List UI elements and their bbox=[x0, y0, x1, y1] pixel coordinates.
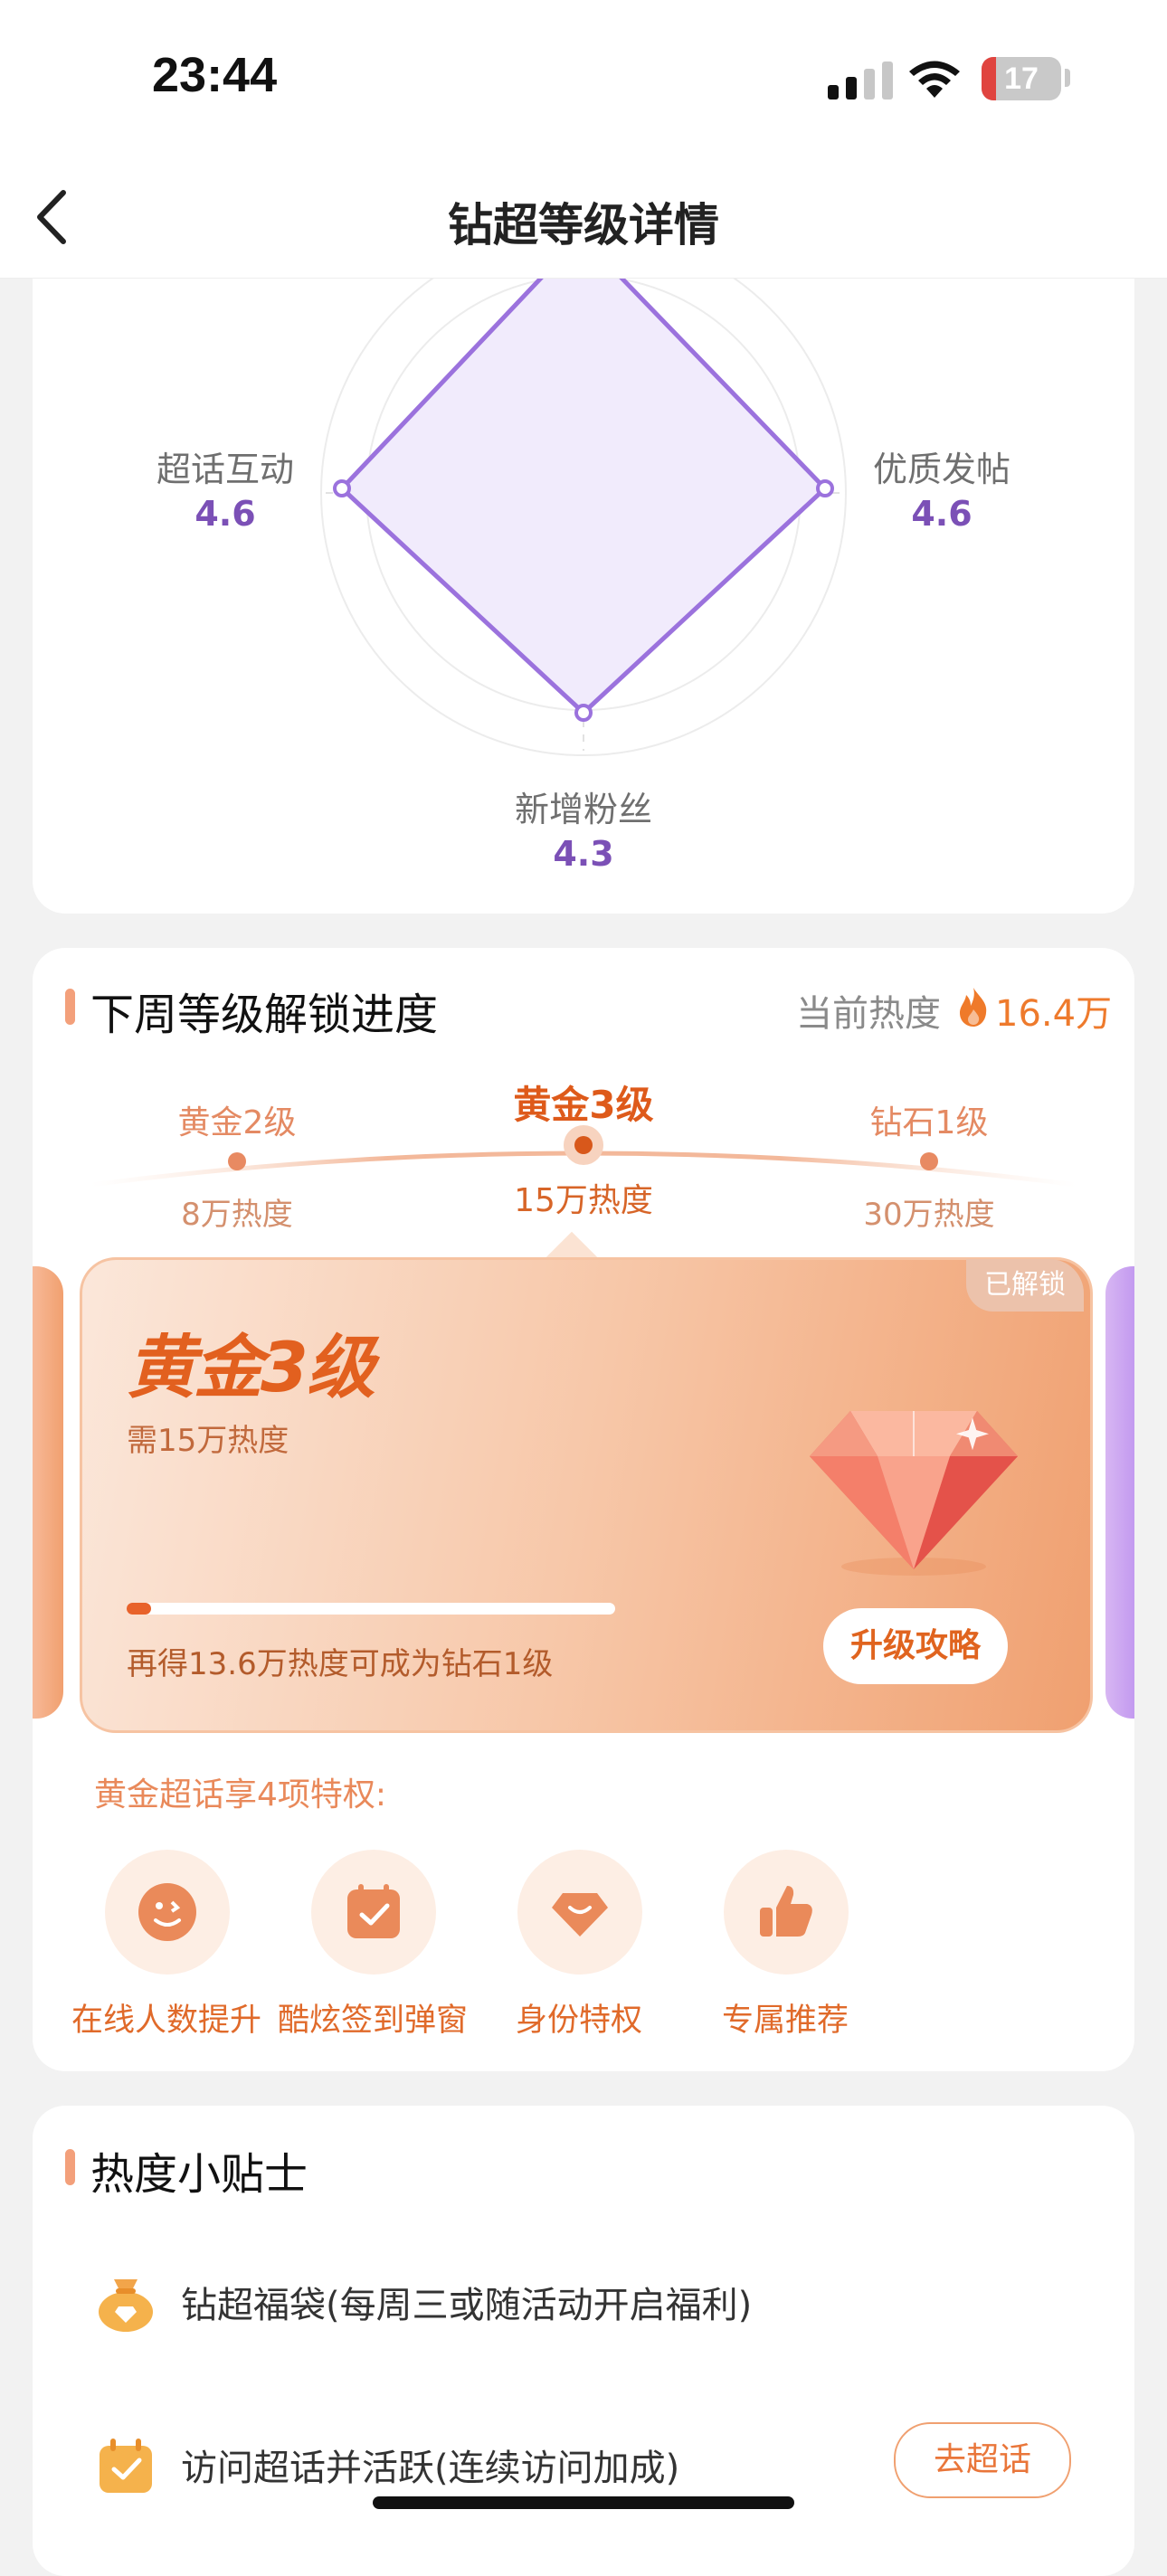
thumbs-up-icon bbox=[724, 1850, 849, 1975]
timeline-level-heat-active: 15万热度 bbox=[514, 1182, 653, 1219]
section-accent bbox=[65, 2149, 75, 2185]
section-accent bbox=[65, 989, 75, 1025]
timeline-level-name[interactable]: 钻石1级 bbox=[821, 1096, 1038, 1143]
next-level-card[interactable] bbox=[1105, 1266, 1134, 1719]
status-time: 23:44 bbox=[152, 48, 278, 102]
radar-area bbox=[338, 279, 829, 716]
cellular-signal-icon bbox=[828, 62, 893, 99]
radar-label-posts: 优质发帖 bbox=[872, 450, 1010, 489]
privilege-label: 酷炫签到弹窗 bbox=[277, 2003, 468, 2039]
page-title: 钻超等级详情 bbox=[448, 199, 719, 251]
diamond-badge-icon bbox=[517, 1850, 642, 1975]
radar-label-fans: 新增粉丝 bbox=[514, 790, 652, 829]
gem-icon bbox=[810, 1411, 1018, 1576]
timeline-level-heat: 8万热度 bbox=[181, 1197, 293, 1233]
radar-label-interaction: 超话互动 bbox=[156, 450, 294, 489]
battery-icon: 17 bbox=[982, 57, 1061, 100]
prev-level-card[interactable] bbox=[33, 1266, 63, 1719]
calendar-check-icon bbox=[100, 2439, 152, 2493]
calendar-check-icon bbox=[311, 1850, 436, 1975]
wifi-icon bbox=[909, 61, 960, 98]
privilege-label: 身份特权 bbox=[515, 2003, 642, 2039]
tip-text: 访问超话并活跃(连续访问加成) bbox=[181, 2448, 680, 2489]
lucky-bag-icon bbox=[99, 2279, 153, 2332]
timeline-level-heat: 30万热度 bbox=[863, 1197, 995, 1233]
level-card-title: 黄金3级 bbox=[127, 1327, 375, 1407]
smile-face-icon bbox=[105, 1850, 230, 1975]
level-card-tip: 再得13.6万热度可成为钻石1级 bbox=[127, 1646, 554, 1682]
unlock-section-title: 下周等级解锁进度 bbox=[90, 990, 439, 1040]
tip-item: 访问超话并活跃(连续访问加成) 去超话 bbox=[94, 2422, 1098, 2502]
level-card-requirement: 需15万热度 bbox=[127, 1423, 289, 1459]
flame-icon bbox=[960, 988, 987, 1027]
radar-value-interaction: 4.6 bbox=[194, 494, 256, 534]
tip-item: 钻超福袋(每周三或随活动开启福利) bbox=[94, 2267, 1098, 2339]
radar-value-posts: 4.6 bbox=[911, 494, 972, 534]
tip-text: 钻超福袋(每周三或随活动开启福利) bbox=[181, 2285, 753, 2326]
timeline-dot-active bbox=[574, 1136, 593, 1154]
current-heat-value: 16.4万 bbox=[995, 993, 1113, 1035]
battery-level: 17 bbox=[1004, 62, 1039, 96]
timeline-level-name-active[interactable]: 黄金3级 bbox=[475, 1075, 692, 1130]
privilege-label: 专属推荐 bbox=[721, 2003, 849, 2039]
radar-value-fans: 4.3 bbox=[553, 834, 614, 874]
level-progress-fill bbox=[127, 1603, 151, 1615]
battery-tip bbox=[1065, 69, 1070, 87]
status-bar: 23:44 17 bbox=[0, 0, 1167, 158]
upgrade-guide-button[interactable]: 升级攻略 bbox=[823, 1608, 1008, 1684]
go-super-topic-button[interactable]: 去超话 bbox=[894, 2422, 1071, 2498]
timeline-dot bbox=[920, 1152, 938, 1170]
radar-point bbox=[574, 704, 593, 722]
unlocked-badge: 已解锁 bbox=[966, 1259, 1084, 1312]
current-heat-label: 当前热度 bbox=[796, 993, 941, 1035]
privileges-title: 黄金超话享4项特权: bbox=[94, 1776, 387, 1814]
home-indicator bbox=[373, 2496, 794, 2509]
nav-bar: 钻超等级详情 bbox=[0, 158, 1167, 279]
timeline-level-name[interactable]: 黄金2级 bbox=[128, 1096, 346, 1143]
privilege-label: 在线人数提升 bbox=[71, 2003, 261, 2039]
tips-section-title: 热度小贴士 bbox=[90, 2149, 308, 2200]
level-progress-bar bbox=[127, 1603, 615, 1615]
timeline-dot bbox=[228, 1152, 246, 1170]
